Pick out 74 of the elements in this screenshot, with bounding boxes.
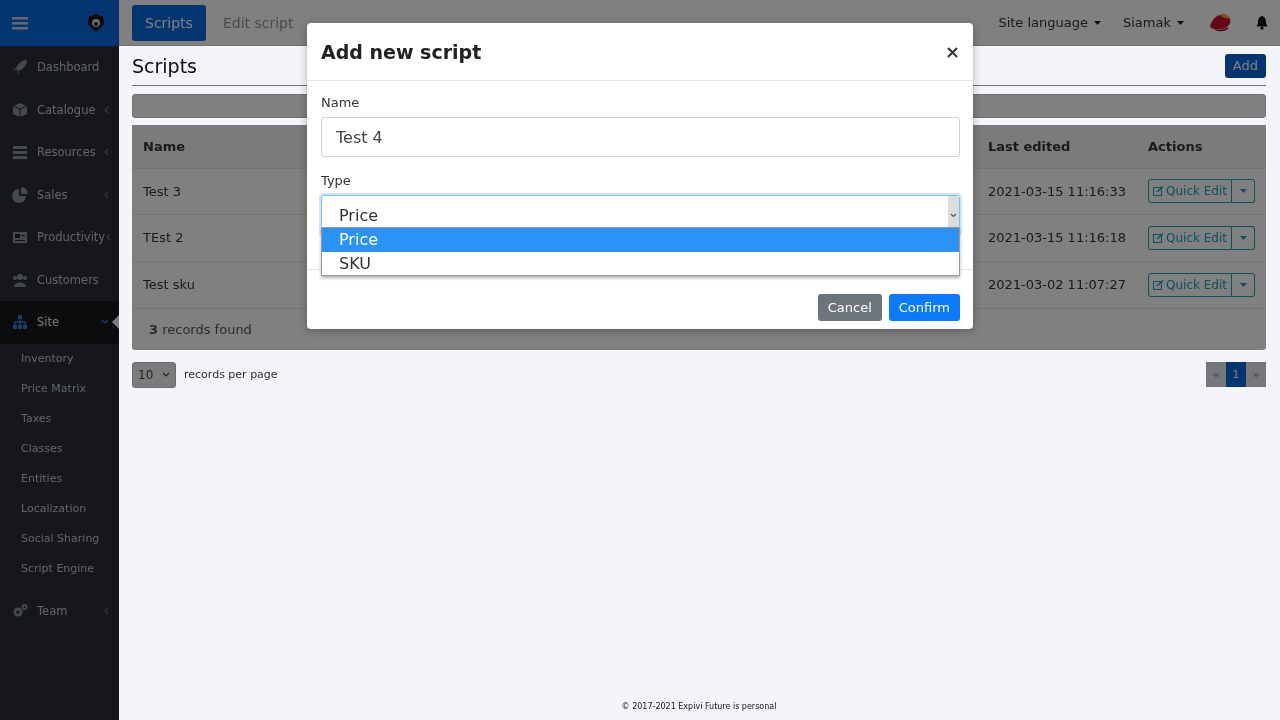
table-cell: 2021-03-15 11:16:33 <box>976 168 1137 215</box>
gears-icon <box>12 602 28 619</box>
menu-button[interactable] <box>12 16 28 30</box>
edit-icon <box>1153 232 1164 243</box>
edit-icon <box>1153 186 1164 197</box>
field-label: Type <box>321 173 351 188</box>
dropdown-toggle-button[interactable] <box>1232 225 1255 250</box>
lion-logo-icon <box>87 14 105 32</box>
sidebar-item[interactable]: Productivity <box>0 216 119 259</box>
table-cell: Test 3 <box>132 168 206 215</box>
sidebar-item[interactable]: Sales <box>0 173 119 216</box>
dropdown-menu-button[interactable]: Siamak <box>1123 15 1184 30</box>
sidebar-item[interactable]: Catalogue <box>0 88 119 131</box>
submenu-item[interactable]: Localization <box>0 493 119 524</box>
column-header: Name <box>132 125 206 168</box>
rocket-icon <box>12 59 28 76</box>
table-cell: 2021-03-02 11:07:27 <box>976 261 1137 308</box>
page-link[interactable]: « <box>1206 362 1226 387</box>
sidebar-item[interactable]: Dashboard <box>0 46 119 89</box>
edit-icon <box>1153 279 1164 290</box>
caret-icon <box>1094 20 1101 25</box>
dropdown-option[interactable]: Price <box>322 228 959 252</box>
table-cell: Test sku <box>132 261 206 308</box>
per-page-select[interactable]: 10 <box>132 361 176 388</box>
per-page-label: records per page <box>184 368 278 381</box>
dropdown-menu-button[interactable]: Site language <box>998 15 1101 30</box>
sidebar-item[interactable]: Team <box>0 589 119 632</box>
sidebar-item[interactable]: Site <box>0 301 119 344</box>
dropdown-toggle-button[interactable] <box>1232 272 1255 297</box>
pie-chart-icon <box>12 186 28 203</box>
dropdown-toggle-button[interactable] <box>1232 179 1255 204</box>
page-title: Scripts <box>132 54 197 77</box>
quick-edit-button[interactable]: Quick Edit <box>1148 179 1232 204</box>
submenu-item[interactable]: Script Engine <box>0 553 119 584</box>
submenu-item[interactable]: Taxes <box>0 403 119 434</box>
dropdown-option[interactable]: SKU <box>322 251 959 275</box>
column-header: Last edited <box>976 125 1137 168</box>
name-input[interactable]: Test 4 <box>321 117 960 157</box>
submenu-item[interactable]: Price Matrix <box>0 373 119 404</box>
cube-icon <box>12 101 28 118</box>
quick-edit-button[interactable]: Quick Edit <box>1148 272 1232 297</box>
newspaper-icon <box>12 229 28 246</box>
sidebar-item[interactable]: Customers <box>0 258 119 301</box>
tab[interactable]: Edit script <box>209 4 307 41</box>
chevron-down-icon <box>950 212 957 218</box>
column-header: Actions <box>1137 125 1266 168</box>
caret-icon <box>1177 20 1184 25</box>
notification-bell-icon[interactable] <box>1256 15 1268 30</box>
table-cell: 2021-03-15 11:16:18 <box>976 214 1137 261</box>
page-link[interactable]: 1 <box>1226 362 1246 387</box>
submenu-item[interactable]: Classes <box>0 433 119 464</box>
sitemap-icon <box>12 314 28 331</box>
list-icon <box>12 144 28 161</box>
users-icon <box>12 271 28 288</box>
submenu-item[interactable]: Entities <box>0 463 119 494</box>
tab[interactable]: Scripts <box>132 4 206 41</box>
modal-title: Add new script <box>321 40 482 63</box>
sidebar-item[interactable]: Resources <box>0 131 119 174</box>
close-button[interactable]: × <box>945 41 959 62</box>
cancel-button[interactable]: Cancel <box>817 294 882 321</box>
caret-icon <box>1239 189 1247 194</box>
table-cell: TEst 2 <box>132 214 206 261</box>
submenu-item[interactable]: Inventory <box>0 343 119 374</box>
page-link[interactable]: » <box>1246 362 1266 387</box>
chevron-down-icon <box>162 372 170 377</box>
field-label: Name <box>321 95 360 110</box>
caret-icon <box>1239 235 1247 240</box>
active-pointer-icon <box>112 315 119 330</box>
submenu-item[interactable]: Social Sharing <box>0 523 119 554</box>
copyright-text: © 2017-2021 Expivi Future is personal <box>621 702 777 713</box>
caret-icon <box>1239 282 1247 287</box>
add-button[interactable]: Add <box>1224 53 1266 78</box>
quick-edit-button[interactable]: Quick Edit <box>1148 225 1232 250</box>
confirm-button[interactable]: Confirm <box>888 294 960 321</box>
